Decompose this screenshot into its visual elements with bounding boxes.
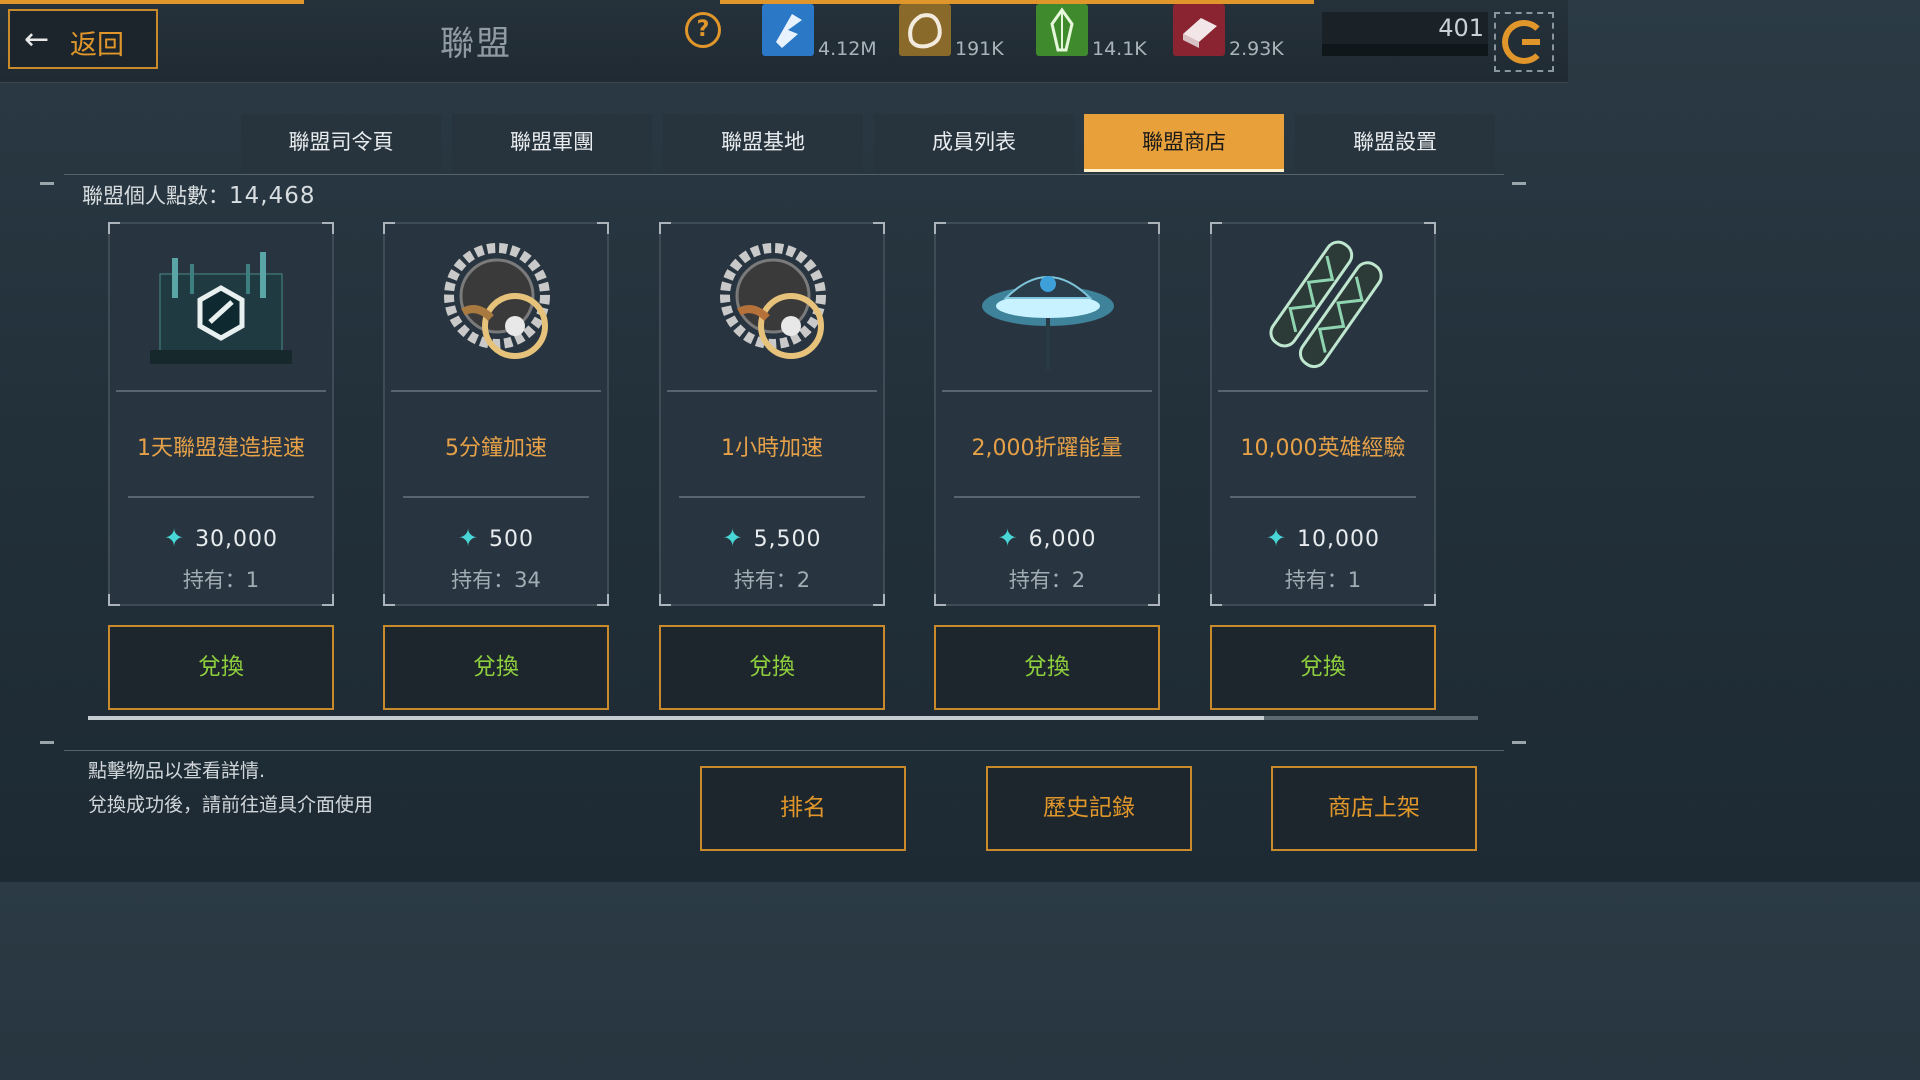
- alliance-point-icon: ✦: [1265, 524, 1288, 552]
- tab-alliance-legion[interactable]: 聯盟軍團: [452, 114, 652, 172]
- card-separator: [1230, 496, 1416, 498]
- help-icon[interactable]: ?: [685, 12, 721, 48]
- resource-value: 14.1K: [1092, 38, 1147, 60]
- ore-icon: [899, 4, 951, 56]
- alliance-build-speedup-icon: [130, 234, 312, 384]
- card-separator: [116, 390, 326, 392]
- top-bar: ← 返回 聯盟 ? 4.12M 191K 14.1K 2.93K 401: [0, 0, 1568, 83]
- hero-exp-tube-icon: [1232, 234, 1414, 384]
- back-button[interactable]: ← 返回: [8, 9, 158, 69]
- price-value: 5,500: [753, 527, 822, 552]
- corner-dash: [1512, 741, 1526, 744]
- top-accent-line: [0, 0, 304, 4]
- alliance-point-icon: ✦: [457, 524, 480, 552]
- item-owned: 持有：1: [1284, 568, 1362, 592]
- back-label: 返回: [70, 30, 124, 61]
- resource-value: 191K: [955, 38, 1004, 60]
- divider: [64, 174, 1504, 175]
- item-owned: 持有：2: [1008, 568, 1086, 592]
- item-price: ✦ 5,500: [661, 524, 883, 552]
- exchange-button[interactable]: 兌換: [934, 625, 1160, 710]
- hint-text: 兌換成功後，請前往道具介面使用: [88, 794, 374, 816]
- card-separator: [403, 496, 589, 498]
- item-owned: 持有：1: [182, 568, 260, 592]
- card-separator: [954, 496, 1140, 498]
- card-separator: [1218, 390, 1428, 392]
- corner-dash: [40, 182, 54, 185]
- menu-button[interactable]: [1494, 12, 1554, 72]
- item-price: ✦ 30,000: [110, 524, 332, 552]
- item-owned: 持有：2: [733, 568, 811, 592]
- alloy-icon: [1173, 4, 1225, 56]
- tab-member-list[interactable]: 成員列表: [874, 114, 1074, 172]
- exchange-button[interactable]: 兌換: [659, 625, 885, 710]
- shop-item-card[interactable]: 2,000折躍能量 ✦ 6,000 持有：2: [934, 222, 1160, 606]
- hint-text: 點擊物品以查看詳情.: [88, 760, 266, 782]
- item-name: 10,000英雄經驗: [1240, 436, 1406, 461]
- price-value: 10,000: [1297, 527, 1381, 552]
- item-price: ✦ 6,000: [936, 524, 1158, 552]
- item-name: 5分鐘加速: [445, 436, 547, 461]
- history-button[interactable]: 歷史記錄: [986, 766, 1192, 851]
- tab-alliance-command[interactable]: 聯盟司令頁: [241, 114, 441, 172]
- alliance-points: 聯盟個人點數：14,468: [82, 180, 315, 210]
- card-separator: [391, 390, 601, 392]
- speedup-gear-icon: [681, 234, 863, 384]
- alliance-point-icon: ✦: [722, 524, 744, 552]
- exchange-button[interactable]: 兌換: [1210, 625, 1436, 710]
- resource-value: 4.12M: [818, 38, 877, 60]
- shop-item-card[interactable]: 10,000英雄經驗 ✦ 10,000 持有：1: [1210, 222, 1436, 606]
- page-title: 聯盟: [440, 24, 512, 64]
- tab-alliance-shop[interactable]: 聯盟商店: [1084, 114, 1284, 172]
- item-price: ✦ 500: [385, 524, 607, 552]
- power-bar: [1322, 44, 1488, 56]
- alliance-point-icon: ✦: [997, 524, 1019, 552]
- item-price: ✦ 10,000: [1212, 524, 1434, 552]
- tab-alliance-base[interactable]: 聯盟基地: [663, 114, 863, 172]
- resource-value: 2.93K: [1229, 38, 1284, 60]
- card-separator: [667, 390, 877, 392]
- points-label: 聯盟個人點數：: [82, 184, 229, 208]
- item-owned: 持有：34: [451, 568, 541, 592]
- corner-dash: [40, 741, 54, 744]
- item-name: 1天聯盟建造提速: [137, 436, 305, 461]
- warp-energy-device-icon: [956, 234, 1138, 384]
- item-name: 1小時加速: [721, 436, 823, 461]
- price-value: 6,000: [1028, 527, 1097, 552]
- shop-listing-button[interactable]: 商店上架: [1271, 766, 1477, 851]
- shop-item-card[interactable]: 1天聯盟建造提速 ✦ 30,000 持有：1: [108, 222, 334, 606]
- green-crystal-icon: [1036, 4, 1088, 56]
- shop-item-card[interactable]: 1小時加速 ✦ 5,500 持有：2: [659, 222, 885, 606]
- speedup-gear-icon: [405, 234, 587, 384]
- energy-crystal-icon: [762, 4, 814, 56]
- corner-dash: [1512, 182, 1526, 185]
- tab-alliance-settings[interactable]: 聯盟設置: [1295, 114, 1495, 172]
- power-value: 401: [1438, 14, 1484, 42]
- card-separator: [128, 496, 314, 498]
- back-arrow-icon: ←: [24, 22, 50, 57]
- shop-item-card[interactable]: 5分鐘加速 ✦ 500 持有：34: [383, 222, 609, 606]
- exchange-button[interactable]: 兌換: [383, 625, 609, 710]
- exchange-button[interactable]: 兌換: [108, 625, 334, 710]
- divider: [64, 750, 1504, 751]
- scrollbar-thumb[interactable]: [88, 716, 1264, 720]
- power-display: 401: [1322, 12, 1488, 56]
- ranking-button[interactable]: 排名: [700, 766, 906, 851]
- price-value: 500: [489, 527, 535, 552]
- card-separator: [942, 390, 1152, 392]
- price-value: 30,000: [195, 527, 279, 552]
- points-value: 14,468: [229, 183, 316, 209]
- g-logo-icon: [1502, 20, 1546, 64]
- item-name: 2,000折躍能量: [971, 436, 1123, 461]
- alliance-point-icon: ✦: [163, 524, 186, 552]
- card-separator: [679, 496, 865, 498]
